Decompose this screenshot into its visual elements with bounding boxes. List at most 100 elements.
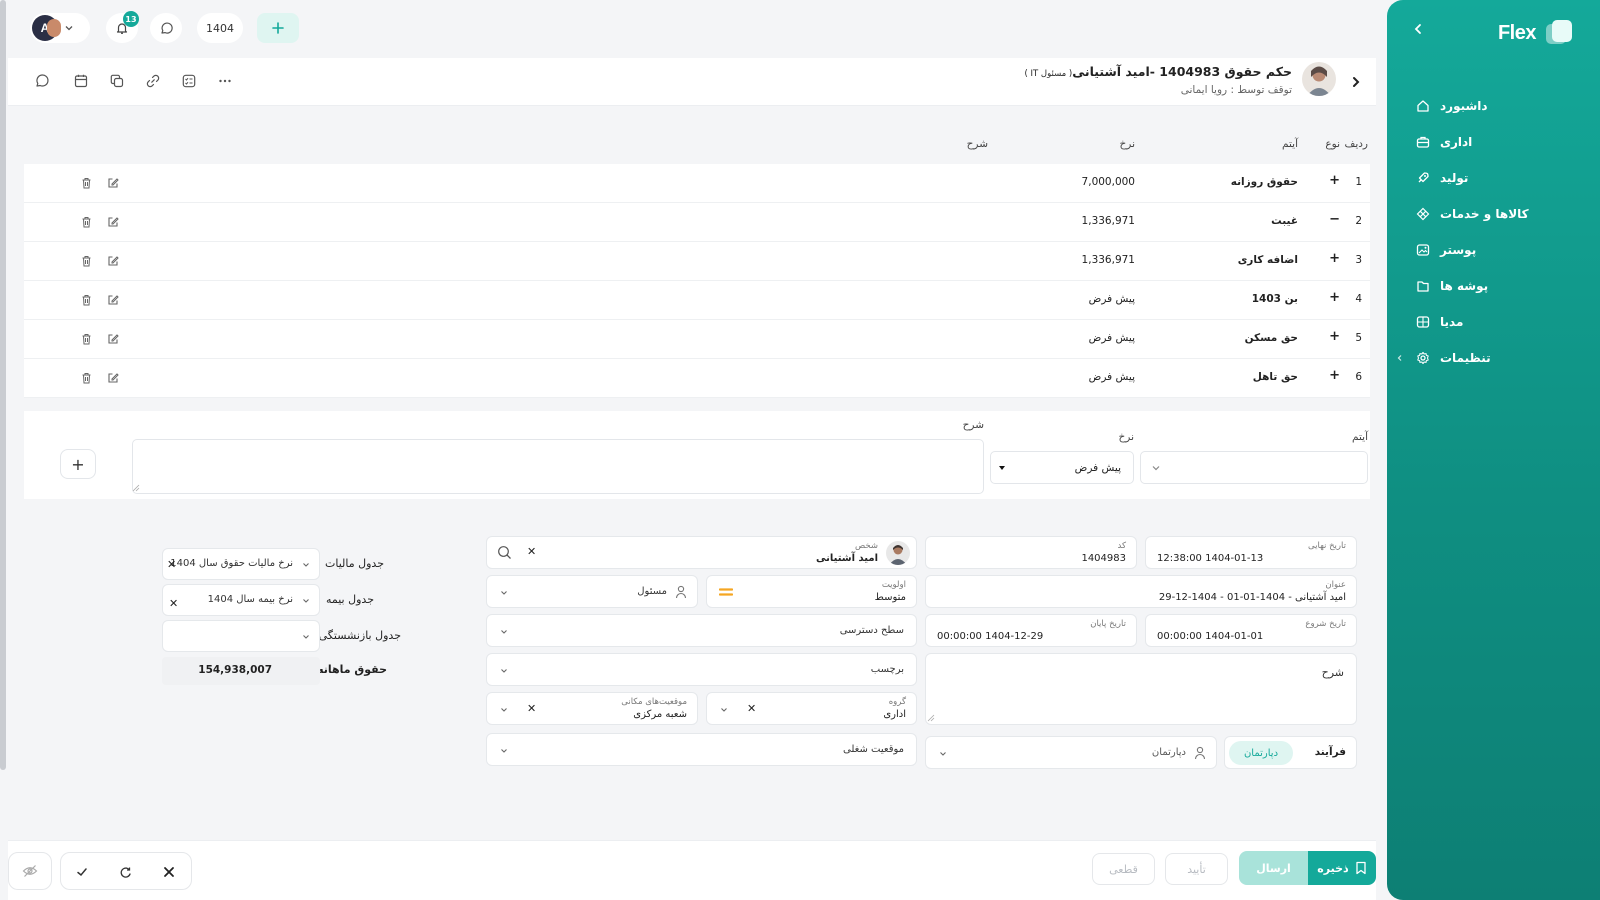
add-item-label: +	[71, 454, 85, 474]
chevron-left-icon	[1414, 24, 1421, 34]
access-level-field[interactable]: سطح دسترسی	[486, 614, 917, 647]
person-field[interactable]: شخص امید آشتیانی ✕	[486, 536, 917, 569]
add-item-button[interactable]: +	[60, 449, 96, 479]
subject-field[interactable]: عنوان امید آشتیانی - 1404-01-01 - 1404-1…	[925, 575, 1357, 608]
start-date-field[interactable]: تاریخ شروع 1404-01-01 00:00:00	[1145, 614, 1357, 647]
chevron-down-icon	[938, 749, 948, 759]
chat-icon	[159, 21, 174, 36]
checklist-tool-button[interactable]	[178, 70, 200, 92]
delete-row-button[interactable]	[79, 371, 93, 385]
edit-row-button[interactable]	[106, 293, 120, 307]
calendar-tool-button[interactable]	[70, 70, 92, 92]
end-date-field[interactable]: تاریخ پایان 1404-12-29 00:00:00	[925, 614, 1137, 647]
sidebar-item-goods-services[interactable]: کالاها و خدمات	[1416, 196, 1576, 232]
final-button[interactable]: قطعی	[1092, 853, 1155, 885]
edit-row-button[interactable]	[106, 332, 120, 346]
retirement-table-select[interactable]	[162, 620, 320, 652]
more-tool-button[interactable]	[214, 70, 236, 92]
search-icon[interactable]	[497, 545, 512, 560]
bookmark-icon	[1355, 861, 1367, 875]
code-field[interactable]: کد 1404983	[925, 536, 1137, 569]
edit-row-button[interactable]	[106, 254, 120, 268]
sidebar-item-dashboard[interactable]: داشبورد	[1416, 88, 1576, 124]
user-menu[interactable]: A	[30, 13, 90, 43]
chevron-down-icon	[1151, 463, 1161, 473]
redo-button[interactable]	[116, 863, 134, 881]
confirm-button[interactable]: تأیید	[1165, 853, 1228, 885]
table-row[interactable]: 3 + اضافه کاری 1,336,971	[24, 242, 1370, 281]
resize-handle-icon[interactable]	[927, 714, 935, 722]
save-button[interactable]: ذخیره	[1308, 851, 1376, 885]
year-selector[interactable]: 1404	[197, 13, 243, 43]
table-row[interactable]: 2 − غیبت 1,336,971	[24, 203, 1370, 242]
close-icon	[164, 867, 174, 877]
desc-textarea[interactable]	[132, 439, 984, 494]
delete-row-button[interactable]	[79, 176, 93, 190]
sidebar-item-media[interactable]: مدیا	[1416, 304, 1576, 340]
sidebar-item-office[interactable]: اداری	[1416, 124, 1576, 160]
home-icon	[1416, 99, 1430, 113]
tab-process[interactable]: فرآیند	[1315, 746, 1346, 758]
check-icon	[77, 868, 87, 877]
subject-value: امید آشتیانی - 1404-01-01 - 1404-12-29	[1158, 592, 1346, 603]
chevron-right-icon[interactable]	[1348, 74, 1364, 90]
insurance-table-select[interactable]: نرخ بیمه سال 1404 ✕	[162, 584, 320, 616]
delete-row-button[interactable]	[79, 293, 93, 307]
notifications-button[interactable]: 13	[106, 11, 139, 43]
send-button[interactable]: ارسال	[1239, 851, 1308, 885]
tab-department[interactable]: دپارتمان	[1229, 741, 1293, 765]
tax-table-select[interactable]: نرخ مالیات حقوق سال 1404 ✕	[162, 548, 320, 580]
chat-button[interactable]	[150, 13, 182, 43]
tag-field[interactable]: برچسب	[486, 653, 917, 686]
collapse-sidebar-button[interactable]	[1409, 20, 1427, 38]
sidebar-item-settings[interactable]: تنظیمات	[1397, 340, 1576, 376]
edit-row-button[interactable]	[106, 176, 120, 190]
sidebar-item-poster[interactable]: پوستر	[1416, 232, 1576, 268]
retirement-table-label: جدول بازنشستگی	[318, 629, 401, 642]
monthly-salary-label: حقوق ماهانه	[317, 663, 387, 676]
add-new-button[interactable]	[257, 13, 299, 43]
table-row[interactable]: 6 + حق تاهل پیش فرض	[24, 359, 1370, 398]
final-date-field[interactable]: تاریخ نهایی 1404-01-13 12:38:00	[1145, 536, 1357, 569]
clear-tax-table-button[interactable]: ✕	[167, 558, 176, 571]
edit-row-button[interactable]	[106, 215, 120, 229]
page-scrollbar[interactable]	[0, 0, 6, 770]
code-label: کد	[1117, 541, 1126, 551]
clear-group-button[interactable]: ✕	[747, 702, 756, 715]
location-field[interactable]: موقعیت‌های مکانی شعبه مرکزی ✕	[486, 692, 698, 725]
check-button[interactable]	[73, 863, 91, 881]
sidebar-item-folders[interactable]: پوشه ها	[1416, 268, 1576, 304]
brand[interactable]: Flex	[1498, 18, 1574, 48]
table-row[interactable]: 1 + حقوق روزانه 7,000,000	[24, 164, 1370, 203]
chevron-left-icon[interactable]	[1396, 354, 1404, 362]
job-position-field[interactable]: موقعیت شغلی	[486, 733, 917, 766]
sidebar-item-production[interactable]: تولید	[1416, 160, 1576, 196]
chevron-down-icon	[301, 632, 311, 642]
link-tool-button[interactable]	[142, 70, 164, 92]
responsible-field[interactable]: مسئول	[486, 575, 698, 608]
table-row[interactable]: 4 + بن 1403 پیش فرض	[24, 281, 1370, 320]
copy-tool-button[interactable]	[106, 70, 128, 92]
delete-row-button[interactable]	[79, 215, 93, 229]
department-field[interactable]: دپارتمان	[925, 736, 1217, 769]
clear-person-button[interactable]: ✕	[527, 545, 536, 558]
clear-location-button[interactable]: ✕	[527, 702, 536, 715]
briefcase-icon	[1416, 135, 1430, 149]
job-position-placeholder: موقعیت شغلی	[843, 744, 904, 755]
description-field[interactable]: شرح	[925, 653, 1357, 725]
chat-tool-button[interactable]	[31, 70, 53, 92]
rate-select[interactable]: پیش فرض	[990, 451, 1134, 484]
sidebar-item-label: پوشه ها	[1440, 279, 1489, 293]
hide-button[interactable]	[8, 852, 52, 890]
delete-row-button[interactable]	[79, 254, 93, 268]
chevron-down-icon	[301, 560, 311, 570]
resize-handle-icon[interactable]	[132, 484, 140, 492]
cancel-button[interactable]	[160, 863, 178, 881]
item-select[interactable]	[1140, 451, 1368, 484]
delete-row-button[interactable]	[79, 332, 93, 346]
priority-field[interactable]: اولویت متوسط	[706, 575, 917, 608]
clear-insurance-table-button[interactable]: ✕	[169, 597, 178, 610]
group-field[interactable]: گروه اداری ✕	[706, 692, 917, 725]
edit-row-button[interactable]	[106, 371, 120, 385]
table-row[interactable]: 5 + حق مسکن پیش فرض	[24, 320, 1370, 359]
